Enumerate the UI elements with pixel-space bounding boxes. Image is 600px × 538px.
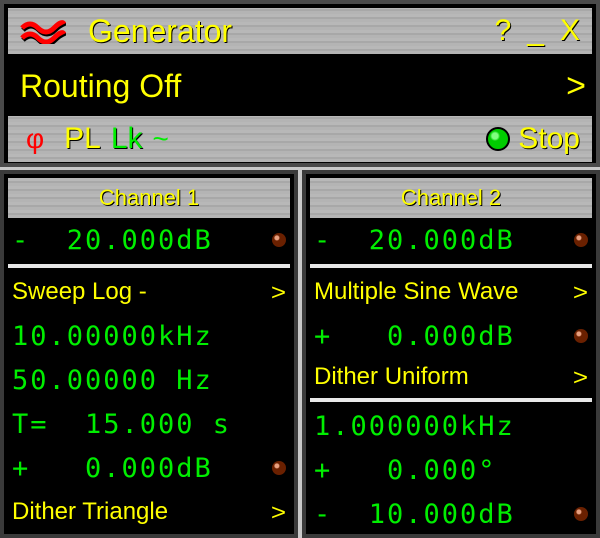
frequency-value: 1.000000kHz: [314, 410, 515, 442]
divider: [310, 398, 592, 402]
offset-dot-icon: [574, 329, 588, 343]
title-bar: Generator ? _ X: [8, 8, 592, 54]
stop-freq-value: 50.00000 Hz: [12, 364, 213, 396]
channel-1-waveform[interactable]: Sweep Log - >: [4, 270, 294, 314]
channel-2-phase[interactable]: + 0.000°: [306, 448, 596, 492]
channel-2-dither[interactable]: Dither Uniform >: [306, 358, 596, 396]
waveform-label: Multiple Sine Wave: [314, 278, 519, 305]
amplitude-value: - 10.000dB: [314, 498, 515, 530]
channel-2-title: Channel 2: [310, 178, 592, 218]
lk-label: Lk: [110, 122, 143, 155]
generator-header: Generator ? _ X Routing Off > φ PL Lk ~ …: [0, 0, 600, 167]
sweep-time-value: T= 15.000 s: [12, 408, 232, 440]
routing-row[interactable]: Routing Off >: [8, 58, 592, 114]
dither-label: Dither Triangle: [12, 498, 169, 525]
offset-dot-icon: [272, 461, 286, 475]
channel-2-offset[interactable]: + 0.000dB: [306, 314, 596, 358]
amplitude-dot-icon: [574, 507, 588, 521]
stop-button[interactable]: Stop: [518, 122, 580, 156]
channel-1-panel: Channel 1 - 20.000dB Sweep Log - > 10.000…: [0, 170, 298, 538]
waveform-arrow[interactable]: >: [573, 278, 588, 306]
level-dot-icon: [272, 233, 286, 247]
dither-arrow[interactable]: >: [573, 363, 588, 391]
window-title: Generator: [88, 12, 233, 49]
channel-1-level[interactable]: - 20.000dB: [4, 218, 294, 262]
phase-value: + 0.000°: [314, 454, 497, 486]
channel-1-title: Channel 1: [8, 178, 290, 218]
channel-2-amplitude[interactable]: - 10.000dB: [306, 492, 596, 536]
dither-arrow[interactable]: >: [271, 498, 286, 526]
channel-1-stop-freq[interactable]: 50.00000 Hz: [4, 358, 294, 402]
channel-1-start-freq[interactable]: 10.00000kHz: [4, 314, 294, 358]
phase-icon: φ: [26, 123, 45, 154]
channel-2-panel: Channel 2 - 20.000dB Multiple Sine Wave >…: [302, 170, 600, 538]
level-value: - 20.000dB: [314, 224, 515, 256]
channel-2-frequency[interactable]: 1.000000kHz: [306, 404, 596, 448]
divider: [310, 264, 592, 268]
level-value: - 20.000dB: [12, 224, 213, 256]
minimize-button[interactable]: _: [527, 14, 544, 48]
generator-wave-icon: [20, 18, 68, 47]
dither-label: Dither Uniform: [314, 363, 469, 390]
level-dot-icon: [574, 233, 588, 247]
waveform-label: Sweep Log -: [12, 278, 147, 305]
run-indicator-icon: [486, 127, 511, 151]
help-button[interactable]: ?: [495, 14, 512, 48]
offset-value: + 0.000dB: [12, 452, 213, 484]
channel-1-sweep-time[interactable]: T= 15.000 s: [4, 402, 294, 446]
status-bar: φ PL Lk ~ Stop: [8, 116, 592, 162]
channel-2-level[interactable]: - 20.000dB: [306, 218, 596, 262]
start-freq-value: 10.00000kHz: [12, 320, 213, 352]
pl-label: PL: [64, 122, 101, 155]
close-button[interactable]: X: [560, 14, 580, 48]
routing-arrow[interactable]: >: [566, 67, 586, 106]
routing-label: Routing Off: [20, 67, 182, 104]
channel-1-dither[interactable]: Dither Triangle >: [4, 490, 294, 534]
offset-value: + 0.000dB: [314, 320, 515, 352]
channel-1-offset[interactable]: + 0.000dB: [4, 446, 294, 490]
waveform-arrow[interactable]: >: [271, 278, 286, 306]
channel-2-waveform[interactable]: Multiple Sine Wave >: [306, 270, 596, 314]
divider: [8, 264, 290, 268]
tilde-icon: ~: [152, 123, 169, 154]
